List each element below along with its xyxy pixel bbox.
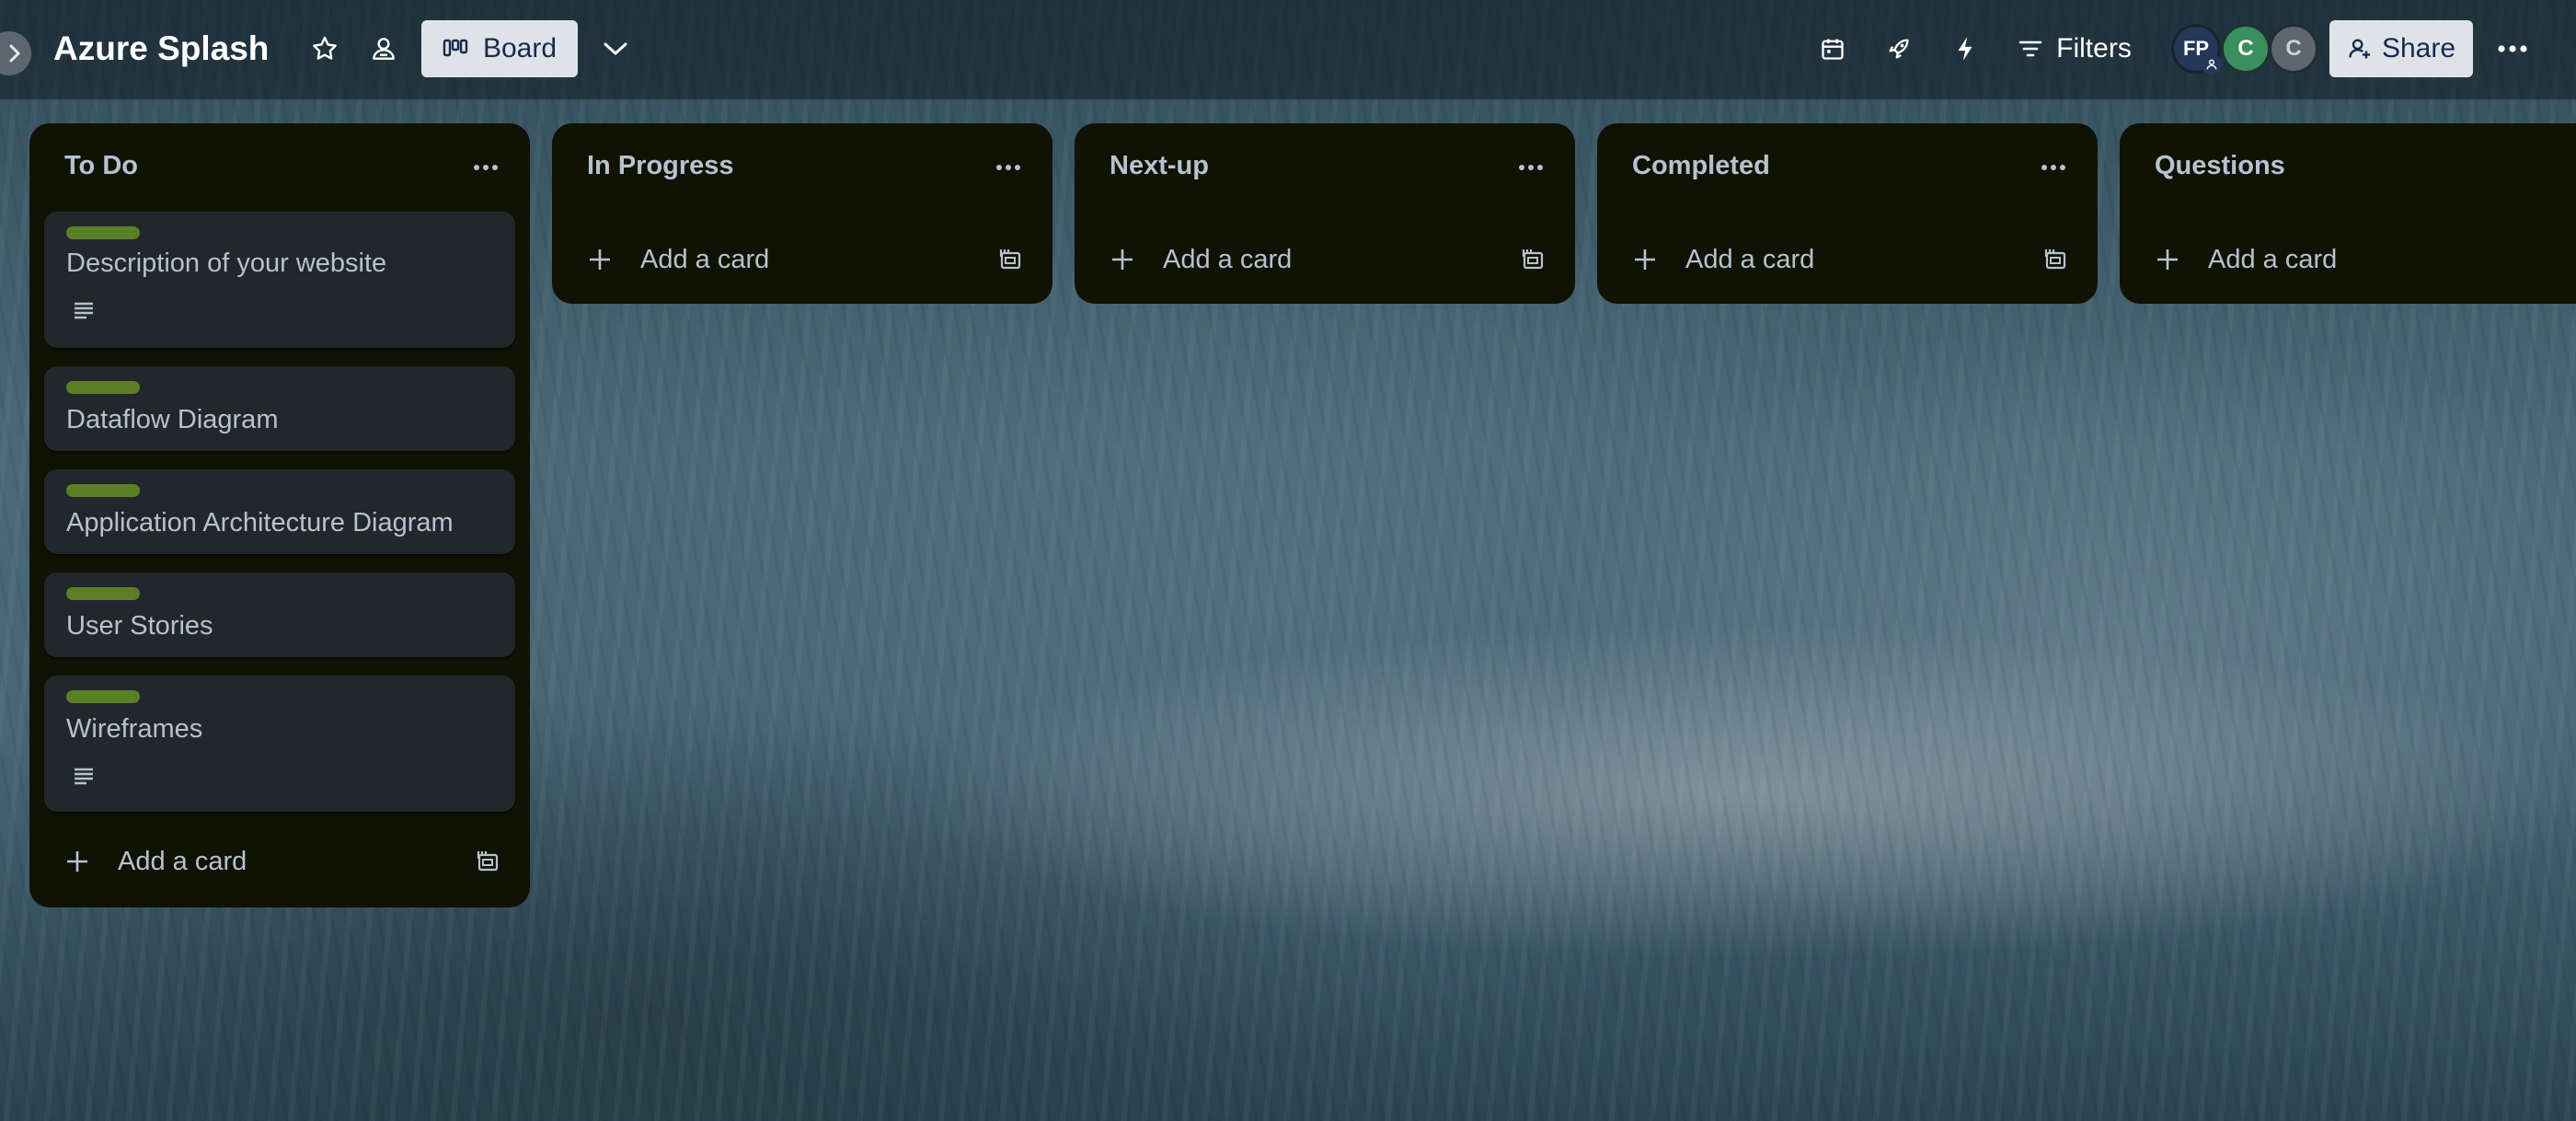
chevron-down-icon bbox=[604, 42, 627, 55]
add-card-button[interactable]: Add a card bbox=[1089, 232, 1560, 287]
list-actions-button[interactable] bbox=[984, 144, 1032, 191]
card-label[interactable] bbox=[66, 226, 140, 239]
add-card-label: Add a card bbox=[2208, 245, 2338, 274]
member-avatar[interactable]: C bbox=[2221, 24, 2271, 74]
list-title[interactable]: Completed bbox=[1632, 151, 1770, 181]
power-ups-button[interactable] bbox=[1873, 20, 1925, 77]
calendar-button[interactable] bbox=[1807, 20, 1858, 77]
add-card-label: Add a card bbox=[1685, 245, 1815, 274]
create-from-template-button[interactable] bbox=[475, 849, 500, 879]
board-view-button[interactable]: Board bbox=[421, 20, 578, 77]
list-next-up: Next-up Add a card bbox=[1075, 123, 1575, 304]
add-member-icon bbox=[2349, 39, 2371, 59]
card-label[interactable] bbox=[66, 484, 140, 497]
list-title[interactable]: Questions bbox=[2155, 151, 2285, 181]
card[interactable]: Description of your website bbox=[44, 212, 515, 348]
visibility-button[interactable] bbox=[355, 20, 412, 77]
card-label[interactable] bbox=[66, 587, 140, 600]
create-from-template-button[interactable] bbox=[2042, 247, 2068, 277]
filters-button[interactable]: Filters bbox=[2006, 20, 2144, 77]
board-view-label: Board bbox=[482, 33, 558, 64]
plus-icon bbox=[2157, 249, 2178, 270]
automation-button[interactable] bbox=[1939, 20, 1991, 77]
card-label[interactable] bbox=[66, 690, 140, 703]
member-avatar[interactable]: C bbox=[2269, 24, 2318, 74]
list-title[interactable]: In Progress bbox=[587, 151, 734, 181]
description-icon bbox=[75, 768, 93, 785]
plus-icon bbox=[1112, 249, 1133, 270]
list-actions-button[interactable] bbox=[1507, 144, 1555, 191]
board-menu-button[interactable] bbox=[2484, 20, 2541, 77]
card[interactable]: Dataflow Diagram bbox=[44, 366, 515, 451]
star-button[interactable] bbox=[296, 20, 353, 77]
board-title[interactable]: Azure Splash bbox=[53, 24, 269, 74]
add-card-button[interactable]: Add a card bbox=[567, 232, 1038, 287]
card-title: Wireframes bbox=[66, 714, 203, 744]
create-from-template-button[interactable] bbox=[1520, 247, 1546, 277]
card[interactable]: User Stories bbox=[44, 572, 515, 657]
share-button[interactable]: Share bbox=[2329, 20, 2473, 77]
add-card-button[interactable]: Add a card bbox=[44, 834, 515, 889]
calendar-icon bbox=[1822, 39, 1844, 60]
more-icon bbox=[2041, 165, 2065, 170]
more-icon bbox=[474, 165, 498, 170]
member-avatar[interactable]: FP bbox=[2171, 24, 2222, 75]
card-title: Description of your website bbox=[66, 248, 387, 278]
card-template-icon bbox=[2044, 249, 2066, 270]
bolt-icon bbox=[1958, 37, 1972, 61]
filter-icon bbox=[2018, 40, 2042, 57]
card-template-icon bbox=[999, 249, 1021, 270]
plus-icon bbox=[590, 249, 610, 270]
card-title: User Stories bbox=[66, 611, 213, 641]
plus-icon bbox=[1635, 249, 1655, 270]
list-completed: Completed Add a card bbox=[1597, 123, 2098, 304]
add-card-button[interactable]: Add a card bbox=[2134, 232, 2567, 287]
share-label: Share bbox=[2381, 33, 2456, 64]
list-actions-button[interactable] bbox=[2030, 144, 2077, 191]
list-in-progress: In Progress Add a card bbox=[552, 123, 1052, 304]
add-card-button[interactable]: Add a card bbox=[1612, 232, 2083, 287]
card-label[interactable] bbox=[66, 381, 140, 394]
list-actions-button[interactable] bbox=[462, 144, 510, 191]
board-header: Azure Splash Board Filters FP C C Share bbox=[0, 0, 2576, 99]
add-card-label: Add a card bbox=[118, 847, 247, 876]
workspace-visibility-icon bbox=[373, 38, 395, 60]
filters-label: Filters bbox=[2056, 33, 2132, 64]
plus-icon bbox=[67, 851, 87, 872]
chevron-right-icon bbox=[9, 44, 21, 63]
list-title[interactable]: To Do bbox=[64, 151, 138, 181]
list-questions: Questions Add a card bbox=[2120, 123, 2576, 304]
list-to-do: To Do Description of your website Datafl… bbox=[29, 123, 530, 907]
more-icon bbox=[1519, 165, 1543, 170]
create-from-template-button[interactable] bbox=[997, 247, 1023, 277]
rocket-icon bbox=[1889, 39, 1909, 59]
star-icon bbox=[313, 36, 337, 60]
card-template-icon bbox=[477, 851, 499, 872]
add-card-label: Add a card bbox=[1163, 245, 1293, 274]
add-card-label: Add a card bbox=[640, 245, 770, 274]
view-switcher-button[interactable] bbox=[589, 20, 642, 77]
card[interactable]: Application Architecture Diagram bbox=[44, 469, 515, 554]
description-icon bbox=[75, 302, 93, 319]
card[interactable]: Wireframes bbox=[44, 676, 515, 812]
more-icon bbox=[2498, 45, 2527, 52]
card-title: Dataflow Diagram bbox=[66, 405, 279, 434]
more-icon bbox=[996, 165, 1020, 170]
sidebar-expand-button[interactable] bbox=[0, 31, 31, 75]
board-icon bbox=[443, 39, 468, 57]
admin-badge-icon bbox=[2202, 54, 2222, 75]
card-title: Application Architecture Diagram bbox=[66, 508, 454, 537]
list-title[interactable]: Next-up bbox=[1110, 151, 1209, 181]
card-template-icon bbox=[1522, 249, 1544, 270]
